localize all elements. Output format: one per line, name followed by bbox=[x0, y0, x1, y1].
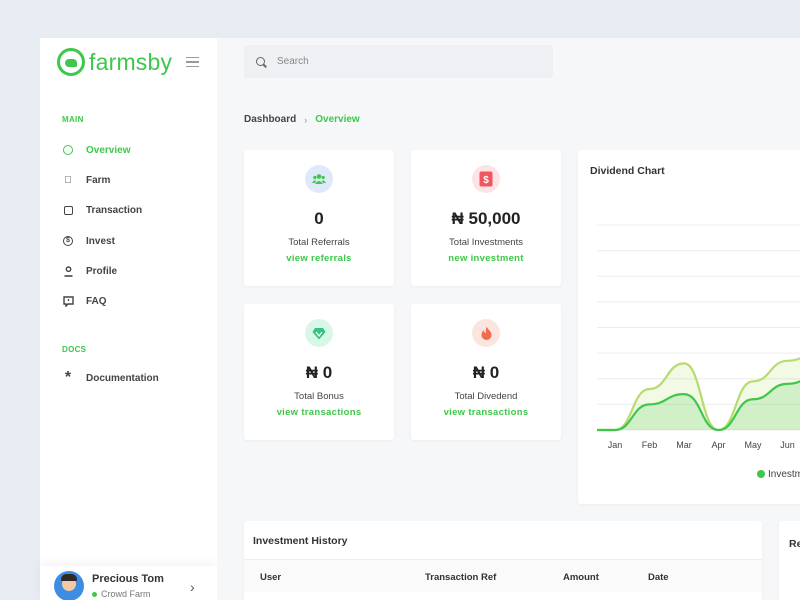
clipboard-icon bbox=[62, 204, 74, 216]
user-role-label: Crowd Farm bbox=[101, 589, 151, 599]
user-icon bbox=[62, 265, 74, 277]
main-content: Dashboard › Overview 0 Total Referrals v… bbox=[217, 38, 800, 600]
sidebar-item-farm[interactable]:  Farm bbox=[62, 172, 110, 188]
sidebar-item-invest[interactable]: $ Invest bbox=[62, 233, 115, 249]
x-tick-label: Jun bbox=[780, 440, 795, 450]
column-header-user[interactable]: User bbox=[260, 572, 281, 583]
investment-history-card: Investment History User Transaction Ref … bbox=[244, 521, 762, 600]
search-input[interactable] bbox=[277, 56, 537, 67]
apple-icon:  bbox=[62, 174, 74, 186]
x-tick-label: Apr bbox=[711, 440, 725, 450]
stat-value: ₦ 50,000 bbox=[451, 209, 521, 228]
sidebar-item-label: FAQ bbox=[86, 295, 107, 307]
breadcrumb-overview: Overview bbox=[315, 114, 360, 125]
chevron-right-icon[interactable]: › bbox=[190, 579, 195, 595]
breadcrumb: Dashboard › Overview bbox=[244, 114, 360, 125]
search-bar[interactable] bbox=[244, 45, 553, 78]
secondary-card: Re bbox=[779, 521, 800, 600]
user-role: Crowd Farm bbox=[92, 589, 151, 599]
column-header-date[interactable]: Date bbox=[648, 572, 669, 583]
sidebar-item-overview[interactable]: Overview bbox=[62, 142, 130, 158]
stat-label: Total Bonus bbox=[294, 391, 344, 402]
view-referrals-link[interactable]: view referrals bbox=[244, 253, 394, 264]
dollar-circle-icon: $ bbox=[62, 235, 74, 247]
new-investment-link[interactable]: new investment bbox=[411, 253, 561, 264]
stat-label: Total Referrals bbox=[288, 237, 350, 248]
stat-card-dividend: ₦ 0 Total Divedend view transactions bbox=[411, 304, 561, 440]
secondary-card-title: Re bbox=[789, 538, 800, 550]
search-icon bbox=[256, 57, 265, 66]
sidebar-item-label: Profile bbox=[86, 265, 118, 277]
stat-value: 0 bbox=[314, 209, 324, 228]
stat-value: ₦ 0 bbox=[305, 363, 333, 382]
user-name: Precious Tom bbox=[92, 573, 164, 585]
column-header-amount[interactable]: Amount bbox=[563, 572, 599, 583]
user-profile-card[interactable]: Precious Tom Crowd Farm › bbox=[40, 566, 217, 600]
dollar-note-icon: $ bbox=[472, 165, 500, 193]
asterisk-icon: * bbox=[64, 369, 72, 386]
help-chat-icon bbox=[62, 295, 74, 307]
heart-diamond-icon bbox=[305, 319, 333, 347]
sidebar-item-label: Documentation bbox=[86, 372, 159, 384]
stat-value: ₦ 0 bbox=[472, 363, 500, 382]
brand-logo[interactable]: farmsby bbox=[57, 48, 172, 76]
sidebar-item-faq[interactable]: FAQ bbox=[62, 293, 107, 309]
stat-card-referrals: 0 Total Referrals view referrals bbox=[244, 150, 394, 286]
investment-history-title: Investment History bbox=[253, 535, 348, 547]
stat-label: Total Investments bbox=[449, 237, 523, 248]
section-label-docs: DOCS bbox=[62, 345, 87, 354]
stat-card-investments: $ ₦ 50,000 Total Investments new investm… bbox=[411, 150, 561, 286]
svg-text:$: $ bbox=[483, 175, 489, 186]
sidebar: farmsby MAIN Overview  Farm Transaction… bbox=[40, 38, 217, 600]
sidebar-item-profile[interactable]: Profile bbox=[62, 263, 117, 279]
sidebar-item-transaction[interactable]: Transaction bbox=[62, 202, 142, 218]
x-tick-label: Feb bbox=[642, 440, 658, 450]
stat-card-bonus: ₦ 0 Total Bonus view transactions bbox=[244, 304, 394, 440]
brand-name: farmsby bbox=[89, 48, 173, 75]
sidebar-item-label: Overview bbox=[86, 144, 131, 156]
table-header: User Transaction Ref Amount Date bbox=[244, 559, 762, 592]
sidebar-item-documentation[interactable]: * Documentation bbox=[62, 369, 159, 386]
users-icon bbox=[305, 165, 333, 193]
sidebar-item-label: Transaction bbox=[86, 204, 143, 216]
sidebar-item-label: Farm bbox=[86, 174, 111, 186]
x-tick-label: May bbox=[744, 440, 762, 450]
farmsby-logo-icon bbox=[57, 48, 85, 76]
online-status-dot bbox=[92, 591, 97, 597]
flame-icon bbox=[472, 319, 500, 347]
view-transactions-link[interactable]: view transactions bbox=[244, 407, 394, 418]
section-label-main: MAIN bbox=[62, 115, 84, 124]
stat-label: Total Divedend bbox=[454, 391, 518, 402]
legend-label: Investment bbox=[768, 469, 800, 480]
chevron-right-icon: › bbox=[304, 114, 308, 125]
avatar bbox=[54, 571, 84, 600]
view-transactions-link[interactable]: view transactions bbox=[411, 407, 561, 418]
legend-marker bbox=[757, 470, 765, 478]
menu-toggle-icon[interactable] bbox=[186, 57, 199, 67]
sidebar-item-label: Invest bbox=[86, 235, 115, 247]
column-header-transaction-ref[interactable]: Transaction Ref bbox=[425, 572, 496, 583]
dividend-chart: Jan Feb Mar Apr May Jun Investment bbox=[597, 224, 800, 480]
breadcrumb-dashboard[interactable]: Dashboard bbox=[244, 114, 296, 125]
dividend-chart-card: Dividend Chart Jan Feb Mar Apr May Jun Investm… bbox=[578, 150, 800, 504]
x-tick-label: Jan bbox=[608, 440, 623, 450]
x-tick-label: Mar bbox=[676, 440, 692, 450]
overview-icon bbox=[62, 144, 74, 156]
